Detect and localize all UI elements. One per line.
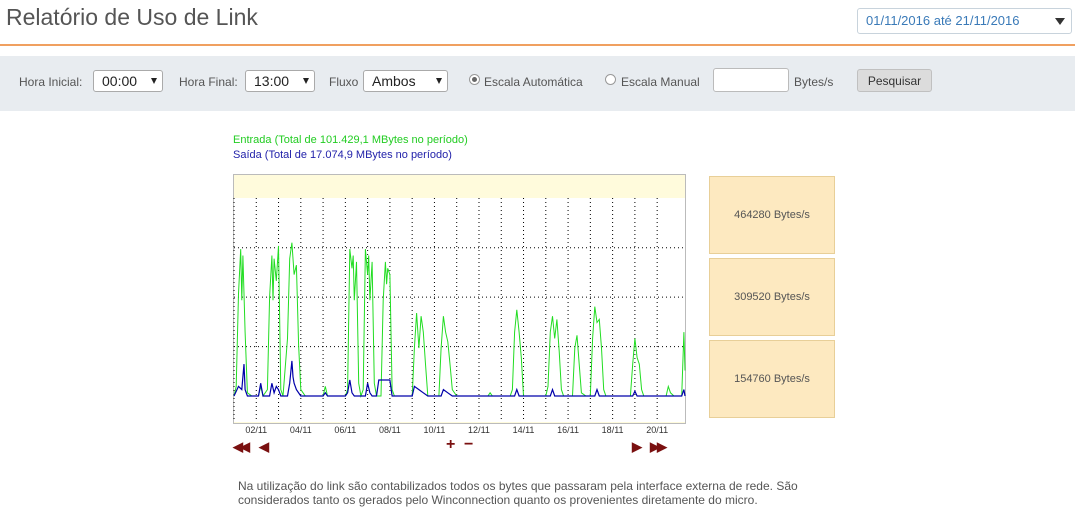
- hora-final-value: 13:00: [254, 73, 290, 89]
- chevron-down-icon: [436, 78, 442, 84]
- info-note: Na utilização do link são contabilizados…: [238, 479, 798, 507]
- page-title: Relatório de Uso de Link: [6, 4, 258, 30]
- x-tick-label: 18/11: [601, 425, 624, 435]
- fluxo-value: Ambos: [372, 73, 416, 89]
- x-tick-label: 10/11: [423, 425, 446, 435]
- scale-label-mid: 309520 Bytes/s: [734, 291, 810, 303]
- plot-area: [234, 198, 685, 422]
- escala-manual-label: Escala Manual: [621, 75, 700, 89]
- traffic-chart: [233, 174, 686, 424]
- x-tick-label: 06/11: [334, 425, 357, 435]
- date-range-value: 01/11/2016 até 21/11/2016: [866, 13, 1020, 28]
- x-tick-label: 02/11: [245, 425, 268, 435]
- legend-entrada: Entrada (Total de 101.429,1 MBytes no pe…: [233, 134, 468, 146]
- chevron-down-icon: [151, 78, 157, 84]
- chevron-down-icon: [1055, 18, 1065, 25]
- header-divider: [0, 44, 1075, 46]
- scale-box-low: 154760 Bytes/s: [709, 340, 835, 418]
- x-tick-label: 14/11: [512, 425, 535, 435]
- zoom-out-button[interactable]: −: [464, 437, 473, 453]
- fluxo-select[interactable]: Ambos: [363, 70, 448, 92]
- scale-box-mid: 309520 Bytes/s: [709, 258, 835, 336]
- scale-label-high: 464280 Bytes/s: [734, 209, 810, 221]
- scale-label-low: 154760 Bytes/s: [734, 373, 810, 385]
- hora-inicial-value: 00:00: [102, 73, 138, 89]
- chevron-down-icon: [303, 78, 309, 84]
- escala-manual-radio[interactable]: [605, 74, 616, 85]
- escala-automatica-label: Escala Automática: [484, 75, 583, 89]
- fluxo-label: Fluxo: [329, 75, 359, 89]
- x-tick-label: 08/11: [378, 425, 401, 435]
- hora-inicial-select[interactable]: 00:00: [93, 70, 163, 92]
- date-range-dropdown[interactable]: 01/11/2016 até 21/11/2016: [857, 8, 1072, 34]
- escala-automatica-radio[interactable]: [469, 74, 480, 85]
- x-tick-label: 04/11: [289, 425, 312, 435]
- zoom-in-button[interactable]: +: [446, 437, 455, 453]
- x-tick-label: 20/11: [646, 425, 669, 435]
- last-page-button[interactable]: ▶▶: [650, 440, 667, 453]
- bytes-input[interactable]: [713, 68, 789, 92]
- x-tick-label: 12/11: [468, 425, 490, 435]
- first-page-button[interactable]: ◀◀: [233, 440, 250, 453]
- scale-box-high: 464280 Bytes/s: [709, 176, 835, 254]
- hora-final-select[interactable]: 13:00: [245, 70, 315, 92]
- hora-final-label: Hora Final:: [179, 75, 238, 89]
- legend-saida: Saída (Total de 17.074,9 MBytes no perío…: [233, 149, 452, 161]
- bytes-unit-label: Bytes/s: [794, 75, 834, 89]
- search-button[interactable]: Pesquisar: [857, 69, 932, 92]
- hora-inicial-label: Hora Inicial:: [19, 75, 83, 89]
- prev-button[interactable]: ◀: [259, 440, 269, 453]
- x-tick-label: 16/11: [557, 425, 579, 435]
- next-button[interactable]: ▶: [632, 440, 642, 453]
